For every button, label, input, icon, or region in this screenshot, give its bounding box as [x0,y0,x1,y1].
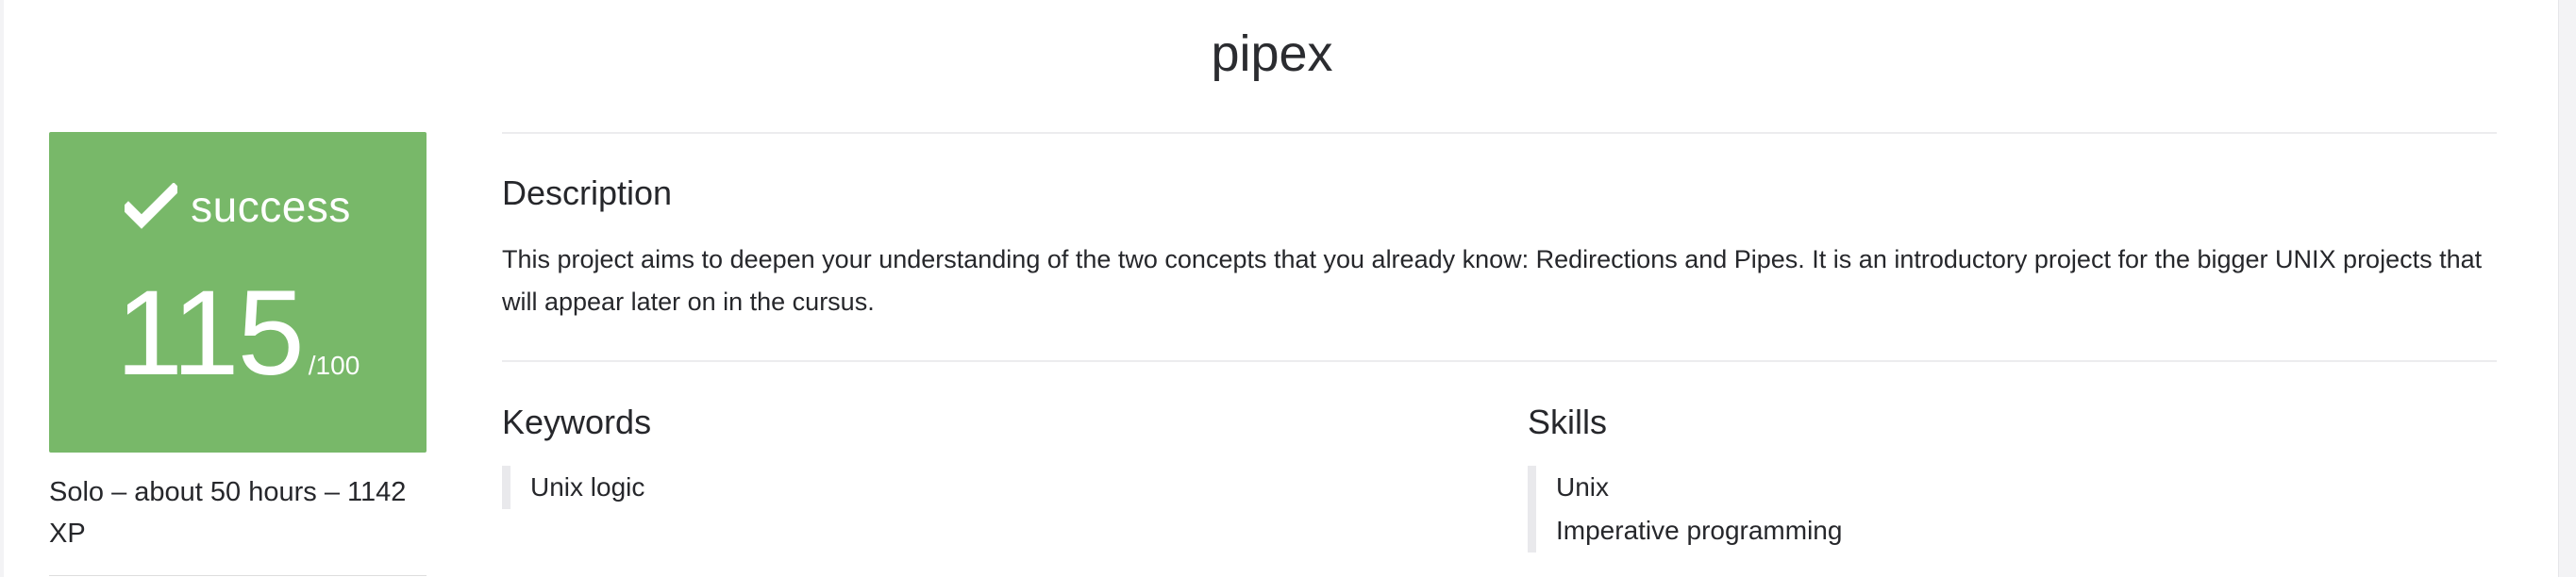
score-value: 115 [115,266,305,401]
keywords-heading: Keywords [502,403,652,441]
skill-item: Unix [1556,472,1610,502]
keyword-item: Unix logic [530,472,645,502]
score-max: /100 [308,351,360,380]
project-title: pipex [1211,25,1333,82]
score-row: 115 /100 [49,273,427,394]
check-icon [125,183,178,230]
keywords-list: Unix logic [502,466,644,509]
skills-list: Unix Imperative programming [1528,466,1842,552]
divider [502,132,2497,134]
skills-heading: Skills [1528,403,1608,441]
skill-item: Imperative programming [1556,516,1843,545]
project-meta: Solo – about 50 hours – 1142 XP [49,477,407,549]
description-heading: Description [502,173,673,212]
description-text: This project aims to deepen your underst… [502,245,2483,316]
divider [49,575,427,576]
scrollbar-track[interactable] [2558,0,2576,577]
result-card: success 115 /100 [49,132,427,453]
status-row: success [49,181,427,232]
status-label: success [191,182,351,231]
left-edge [0,0,4,577]
divider [502,360,2497,362]
